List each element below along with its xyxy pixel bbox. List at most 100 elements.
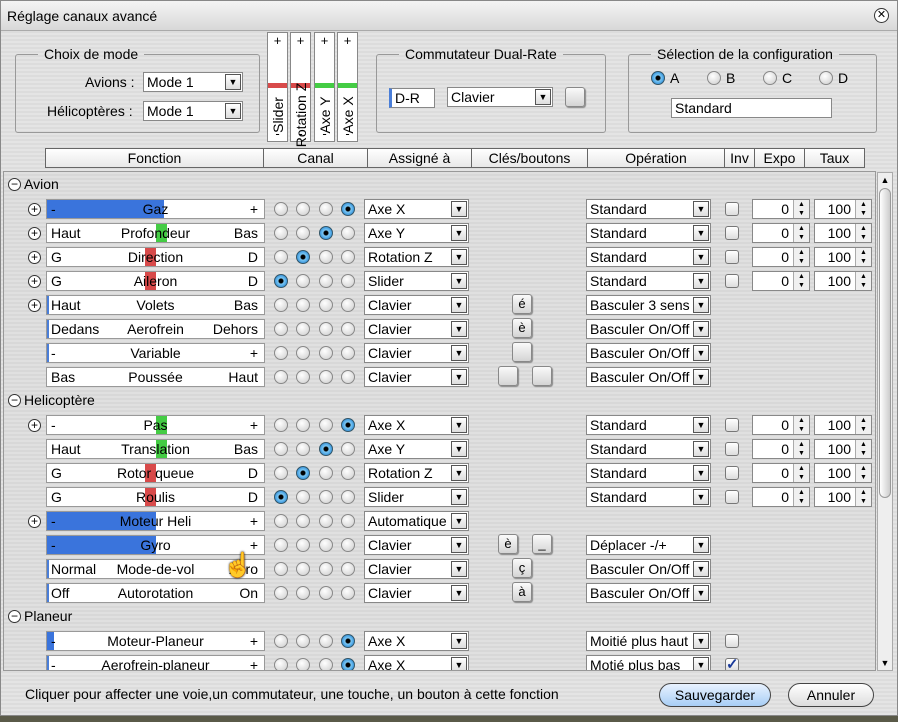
collapse-icon[interactable]: − xyxy=(8,610,21,623)
function-field[interactable]: - Gaz + xyxy=(46,199,265,219)
channel-radio-3[interactable] xyxy=(319,298,333,312)
assign-select[interactable]: Axe Y ▼ xyxy=(364,439,469,459)
assign-select[interactable]: Clavier ▼ xyxy=(364,559,469,579)
function-field[interactable]: - Aerofrein-planeur + xyxy=(46,655,265,670)
save-button[interactable]: Sauvegarder xyxy=(659,683,771,707)
spinner-arrows-icon[interactable]: ▲ ▼ xyxy=(793,464,809,482)
invert-checkbox[interactable] xyxy=(725,655,739,670)
channel-radio-3[interactable] xyxy=(319,562,333,576)
channel-radio-1[interactable] xyxy=(274,466,288,480)
config-radio-b[interactable] xyxy=(707,71,721,85)
channel-radio-4[interactable] xyxy=(341,370,355,384)
channel-radio-2[interactable] xyxy=(296,322,310,336)
dualrate-field[interactable]: D-R xyxy=(389,88,435,108)
operation-select[interactable]: Basculer 3 sens ▼ xyxy=(586,295,711,315)
expo-spinner[interactable]: 0 ▲ ▼ xyxy=(752,487,810,507)
spinner-arrows-icon[interactable]: ▲ ▼ xyxy=(855,440,871,458)
channel-radio-2[interactable] xyxy=(296,250,310,264)
assign-select[interactable]: Slider ▼ xyxy=(364,271,469,291)
key-button[interactable]: ç xyxy=(512,558,532,578)
assign-select[interactable]: Clavier ▼ xyxy=(364,319,469,339)
channel-radio-2[interactable] xyxy=(296,346,310,360)
taux-spinner[interactable]: 100 ▲ ▼ xyxy=(814,199,872,219)
channel-radio-3[interactable] xyxy=(319,250,333,264)
operation-select[interactable]: Basculer On/Off ▼ xyxy=(586,367,711,387)
channel-radio-1[interactable] xyxy=(274,250,288,264)
section-header[interactable]: − Helicoptère xyxy=(4,389,875,413)
collapse-icon[interactable]: − xyxy=(8,394,21,407)
spinner-arrows-icon[interactable]: ▲ ▼ xyxy=(855,200,871,218)
function-field[interactable]: Bas Poussée Haut xyxy=(46,367,265,387)
config-radio-c[interactable] xyxy=(763,71,777,85)
channel-radio-1[interactable] xyxy=(274,490,288,504)
column-header[interactable]: Opération xyxy=(588,148,725,168)
channel-radio-4[interactable] xyxy=(341,538,355,552)
operation-select[interactable]: Basculer On/Off ▼ xyxy=(586,343,711,363)
channel-radio-4[interactable] xyxy=(341,250,355,264)
spinner-arrows-icon[interactable]: ▲ ▼ xyxy=(793,416,809,434)
channel-radio-1[interactable] xyxy=(274,658,288,670)
invert-checkbox[interactable] xyxy=(725,250,739,264)
channel-radio-1[interactable] xyxy=(274,418,288,432)
channel-radio-4[interactable] xyxy=(341,346,355,360)
operation-select[interactable]: Moitié plus haut ▼ xyxy=(586,631,711,651)
assign-select[interactable]: Rotation Z ▼ xyxy=(364,463,469,483)
invert-checkbox[interactable] xyxy=(725,274,739,288)
assign-select[interactable]: Clavier ▼ xyxy=(364,295,469,315)
expo-spinner[interactable]: 0 ▲ ▼ xyxy=(752,439,810,459)
expand-icon[interactable]: + xyxy=(28,515,41,528)
function-field[interactable]: Haut Translation Bas xyxy=(46,439,265,459)
channel-radio-1[interactable] xyxy=(274,442,288,456)
channel-radio-2[interactable] xyxy=(296,634,310,648)
function-field[interactable]: Haut Volets Bas xyxy=(46,295,265,315)
channel-radio-1[interactable] xyxy=(274,274,288,288)
spinner-arrows-icon[interactable]: ▲ ▼ xyxy=(855,464,871,482)
scroll-up-icon[interactable]: ▲ xyxy=(878,173,892,187)
expo-spinner[interactable]: 0 ▲ ▼ xyxy=(752,199,810,219)
function-field[interactable]: G Rotor queue D xyxy=(46,463,265,483)
channel-radio-2[interactable] xyxy=(296,490,310,504)
channel-radio-2[interactable] xyxy=(296,562,310,576)
key-button[interactable]: _ xyxy=(532,534,552,554)
column-header[interactable]: Clés/boutons xyxy=(472,148,588,168)
channel-radio-4[interactable] xyxy=(341,658,355,670)
channel-radio-3[interactable] xyxy=(319,514,333,528)
channel-radio-1[interactable] xyxy=(274,202,288,216)
function-field[interactable]: G Roulis D xyxy=(46,487,265,507)
expo-spinner[interactable]: 0 ▲ ▼ xyxy=(752,223,810,243)
channel-radio-2[interactable] xyxy=(296,442,310,456)
channel-radio-1[interactable] xyxy=(274,538,288,552)
operation-select[interactable]: Standard ▼ xyxy=(586,247,711,267)
operation-select[interactable]: Standard ▼ xyxy=(586,199,711,219)
key-button[interactable] xyxy=(512,342,532,362)
spinner-arrows-icon[interactable]: ▲ ▼ xyxy=(793,224,809,242)
column-header[interactable]: Taux xyxy=(805,148,865,168)
config-radio-d[interactable] xyxy=(819,71,833,85)
channel-radio-4[interactable] xyxy=(341,202,355,216)
function-field[interactable]: Haut Profondeur Bas xyxy=(46,223,265,243)
expo-spinner[interactable]: 0 ▲ ▼ xyxy=(752,247,810,267)
cancel-button[interactable]: Annuler xyxy=(788,683,874,707)
operation-select[interactable]: Standard ▼ xyxy=(586,463,711,483)
channel-radio-2[interactable] xyxy=(296,466,310,480)
channel-radio-3[interactable] xyxy=(319,466,333,480)
channel-radio-1[interactable] xyxy=(274,586,288,600)
channel-radio-4[interactable] xyxy=(341,298,355,312)
taux-spinner[interactable]: 100 ▲ ▼ xyxy=(814,487,872,507)
assign-select[interactable]: Clavier ▼ xyxy=(364,367,469,387)
key-button[interactable]: é xyxy=(512,294,532,314)
spinner-arrows-icon[interactable]: ▲ ▼ xyxy=(855,272,871,290)
taux-spinner[interactable]: 100 ▲ ▼ xyxy=(814,439,872,459)
spinner-arrows-icon[interactable]: ▲ ▼ xyxy=(855,224,871,242)
channel-radio-1[interactable] xyxy=(274,322,288,336)
spinner-arrows-icon[interactable]: ▲ ▼ xyxy=(855,488,871,506)
expo-spinner[interactable]: 0 ▲ ▼ xyxy=(752,271,810,291)
channel-radio-1[interactable] xyxy=(274,514,288,528)
channel-radio-4[interactable] xyxy=(341,514,355,528)
invert-checkbox[interactable] xyxy=(725,442,739,456)
spinner-arrows-icon[interactable]: ▲ ▼ xyxy=(855,248,871,266)
spinner-arrows-icon[interactable]: ▲ ▼ xyxy=(793,488,809,506)
assign-select[interactable]: Axe X ▼ xyxy=(364,199,469,219)
operation-select[interactable]: Standard ▼ xyxy=(586,487,711,507)
operation-select[interactable]: Basculer On/Off ▼ xyxy=(586,559,711,579)
